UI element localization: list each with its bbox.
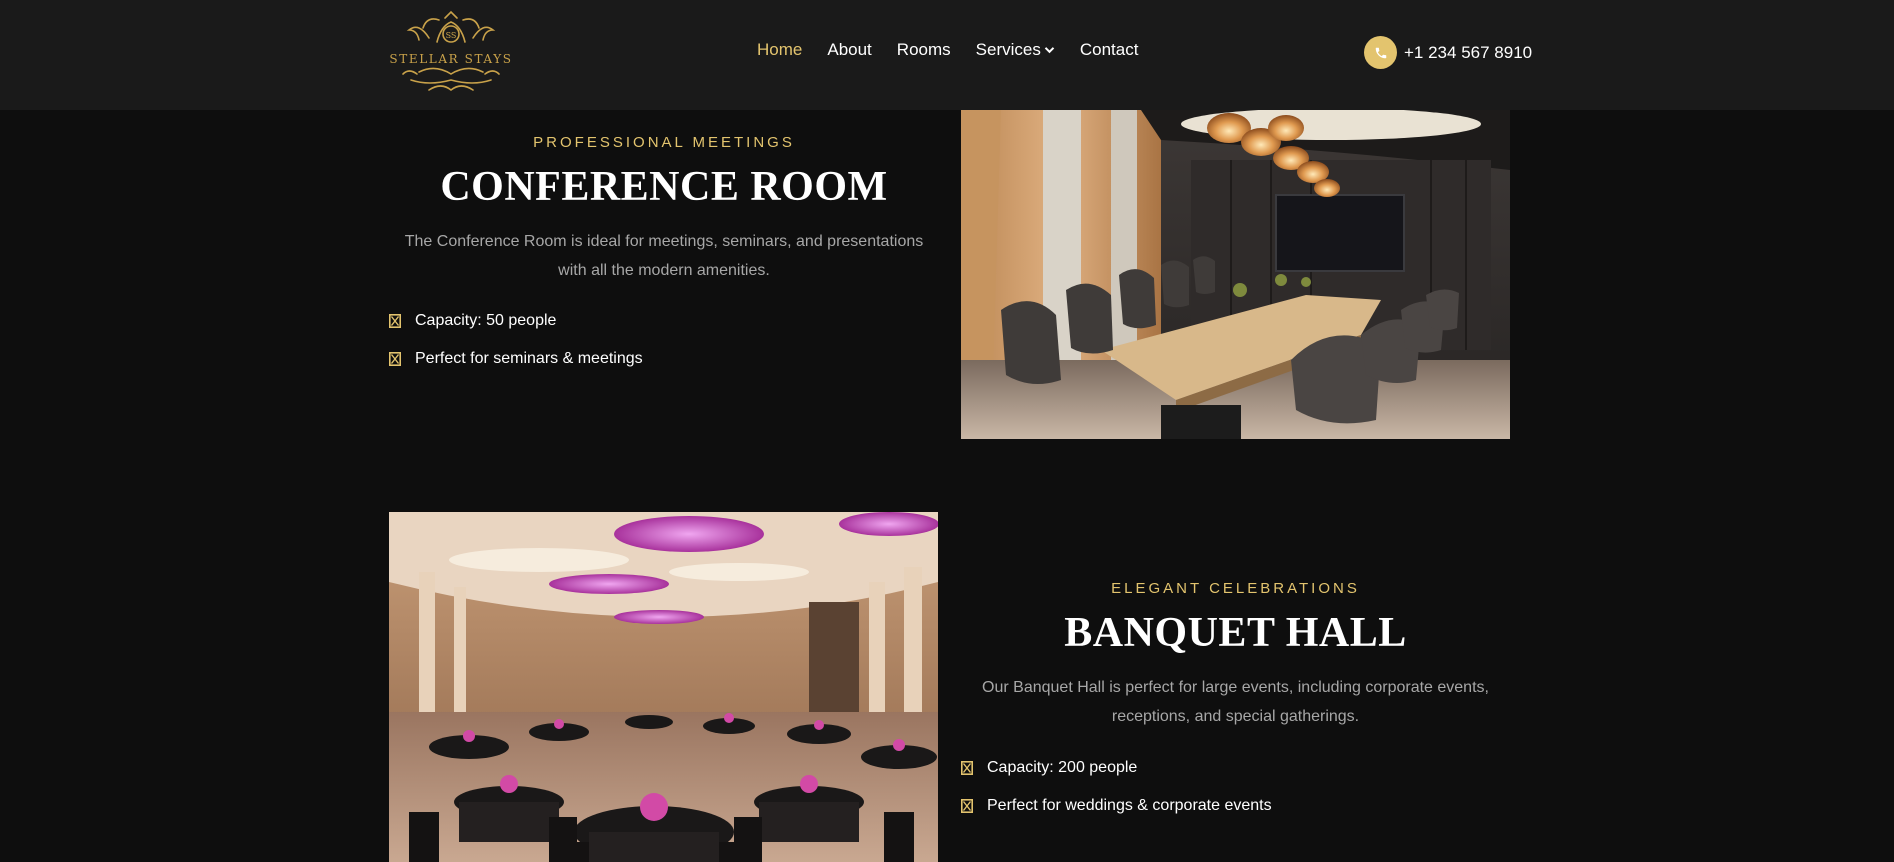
conference-room-photo — [961, 110, 1510, 439]
conference-title: CONFERENCE ROOM — [440, 164, 888, 210]
phone-contact[interactable]: +1 234 567 8910 — [1364, 36, 1532, 69]
conference-description: The Conference Room is ideal for meeting… — [404, 233, 924, 279]
feature-item: Perfect for seminars & meetings — [389, 349, 643, 369]
nav-about[interactable]: About — [827, 40, 871, 60]
logo[interactable]: SS STELLAR STAYS — [389, 8, 513, 98]
banquet-description: Our Banquet Hall is perfect for large ev… — [982, 679, 1489, 725]
chevron-down-icon — [1044, 46, 1055, 54]
feature-text: Perfect for seminars & meetings — [415, 350, 643, 367]
feature-item: Perfect for weddings & corporate events — [961, 796, 1272, 816]
site-header: SS STELLAR STAYS Home About Rooms Servic… — [0, 0, 1894, 110]
feature-item: Capacity: 50 people — [389, 311, 643, 331]
conference-text-block: PROFESSIONAL MEETINGS CONFERENCE ROOM Th… — [389, 134, 939, 285]
phone-number: +1 234 567 8910 — [1404, 42, 1533, 62]
feature-item: Capacity: 200 people — [961, 758, 1272, 778]
hourglass-icon — [389, 352, 401, 366]
feature-text: Capacity: 200 people — [987, 759, 1138, 776]
hourglass-icon — [389, 314, 401, 328]
main-nav: Home About Rooms Services Contact — [757, 40, 1163, 60]
nav-contact[interactable]: Contact — [1080, 40, 1139, 60]
banquet-text-block: ELEGANT CELEBRATIONS BANQUET HALL Our Ba… — [961, 580, 1510, 731]
banquet-features: Capacity: 200 people Perfect for wedding… — [961, 758, 1272, 834]
conference-eyebrow: PROFESSIONAL MEETINGS — [533, 134, 795, 151]
banquet-title: BANQUET HALL — [1064, 610, 1407, 656]
nav-home[interactable]: Home — [757, 40, 802, 60]
nav-services[interactable]: Services — [976, 40, 1055, 60]
hourglass-icon — [961, 799, 973, 813]
svg-text:SS: SS — [446, 31, 457, 40]
banquet-eyebrow: ELEGANT CELEBRATIONS — [1111, 580, 1360, 597]
nav-rooms[interactable]: Rooms — [897, 40, 951, 60]
feature-text: Capacity: 50 people — [415, 312, 557, 329]
banquet-hall-photo — [389, 512, 938, 862]
phone-icon — [1364, 36, 1397, 69]
conference-features: Capacity: 50 people Perfect for seminars… — [389, 311, 643, 387]
hourglass-icon — [961, 761, 973, 775]
feature-text: Perfect for weddings & corporate events — [987, 797, 1272, 814]
nav-services-label: Services — [975, 40, 1041, 59]
logo-text: STELLAR STAYS — [389, 52, 513, 66]
